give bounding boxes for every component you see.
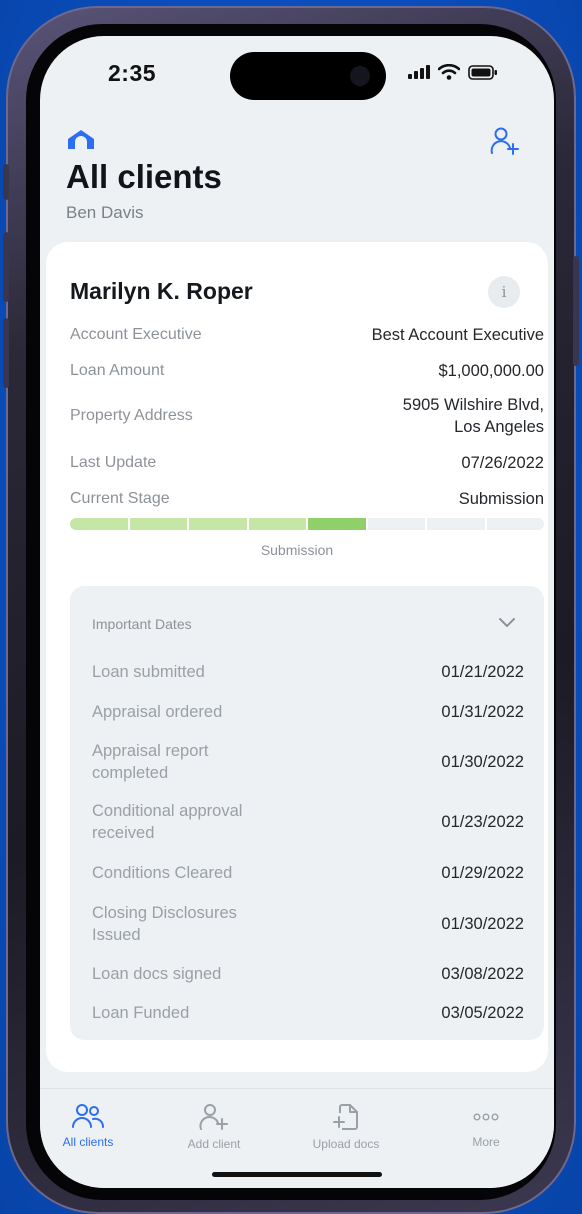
info-icon[interactable]: i: [488, 276, 520, 308]
progress-segment: [308, 518, 366, 530]
date-row: Appraisal report completed 01/30/2022: [92, 740, 524, 784]
wifi-icon: [438, 64, 460, 80]
tab-label: More: [472, 1135, 500, 1149]
chevron-down-icon[interactable]: [498, 616, 516, 628]
date-label: Appraisal report completed: [92, 742, 209, 782]
important-dates-header: Important Dates: [92, 616, 192, 632]
date-label: Loan docs signed: [92, 965, 222, 983]
address-line-2: Los Angeles: [454, 418, 544, 436]
more-icon: [473, 1113, 499, 1121]
progress-segment: [70, 518, 128, 530]
home-indicator: [212, 1172, 382, 1177]
tab-more[interactable]: More: [426, 1103, 546, 1149]
users-icon: [72, 1104, 104, 1128]
date-value: 01/29/2022: [441, 863, 524, 882]
action-button: [3, 164, 9, 200]
progress-segment: [427, 518, 485, 530]
date-row: Conditional approval received 01/23/2022: [92, 800, 524, 844]
date-row: Loan submitted 01/21/2022: [92, 661, 524, 683]
date-value: 01/30/2022: [441, 914, 524, 933]
stage-progress-bar: [70, 518, 544, 530]
detail-label: Loan Amount: [70, 362, 165, 379]
progress-segment: [486, 518, 544, 530]
add-user-icon[interactable]: [490, 126, 520, 156]
status-bar: 2:35: [40, 36, 554, 116]
progress-segment: [129, 518, 187, 530]
date-label: Appraisal ordered: [92, 703, 223, 721]
detail-value: 5905 Wilshire Blvd, Los Angeles: [403, 394, 544, 438]
phone-frame: 2:35 All clients Ben Davis Marilyn K. Ro…: [3, 6, 579, 1214]
date-row: Appraisal ordered 01/31/2022: [92, 701, 524, 723]
detail-label: Current Stage: [70, 490, 170, 507]
page-subtitle: Ben Davis: [66, 203, 144, 222]
tab-upload-docs[interactable]: Upload docs: [286, 1103, 406, 1151]
detail-label: Account Executive: [70, 326, 202, 343]
client-card[interactable]: Marilyn K. Roper i Account Executive Bes…: [46, 242, 548, 1072]
power-button: [573, 256, 579, 366]
date-label: Conditions Cleared: [92, 864, 233, 882]
add-user-icon: [199, 1104, 228, 1130]
important-dates-panel: Important Dates Loan submitted 01/21/202…: [70, 586, 544, 1040]
tab-label: Upload docs: [312, 1137, 380, 1151]
battery-icon: [468, 64, 497, 80]
detail-value: 07/26/2022: [461, 454, 544, 472]
home-logo-icon[interactable]: [66, 128, 96, 150]
date-row: Closing Disclosures Issued 01/30/2022: [92, 902, 524, 946]
detail-row-loan-amount: Loan Amount $1,000,000.00: [70, 360, 544, 382]
detail-value: Best Account Executive: [371, 326, 544, 344]
detail-label: Last Update: [70, 454, 157, 471]
date-value: 03/08/2022: [441, 964, 524, 983]
tab-add-client[interactable]: Add client: [154, 1103, 274, 1151]
tab-label: Add client: [187, 1137, 241, 1151]
detail-value: Submission: [458, 490, 544, 508]
stage-caption: Submission: [260, 542, 334, 558]
dynamic-island: [230, 52, 386, 100]
address-line-1: 5905 Wilshire Blvd,: [402, 396, 544, 414]
date-label: Loan submitted: [92, 663, 205, 681]
page-title: All clients: [66, 158, 222, 195]
upload-doc-icon: [333, 1104, 358, 1130]
detail-label: Property Address: [70, 407, 193, 424]
tab-all-clients[interactable]: All clients: [40, 1103, 148, 1149]
system-icons: [408, 64, 498, 80]
date-value: 01/31/2022: [441, 702, 524, 721]
status-time: 2:35: [108, 60, 157, 86]
progress-segment: [248, 518, 306, 530]
volume-up-button: [3, 232, 9, 302]
detail-row-property-address: Property Address 5905 Wilshire Blvd, Los…: [70, 394, 544, 438]
detail-row-current-stage: Current Stage Submission: [70, 488, 544, 510]
volume-down-button: [3, 318, 9, 388]
progress-segment: [189, 518, 247, 530]
date-row: Loan docs signed 03/08/2022: [92, 963, 524, 985]
date-value: 01/21/2022: [441, 662, 524, 681]
date-value: 01/23/2022: [441, 812, 524, 831]
date-label: Closing Disclosures Issued: [92, 904, 237, 944]
date-value: 01/30/2022: [441, 752, 524, 771]
screen: 2:35 All clients Ben Davis Marilyn K. Ro…: [40, 36, 554, 1188]
tab-label: All clients: [62, 1135, 114, 1149]
detail-row-last-update: Last Update 07/26/2022: [70, 452, 544, 474]
progress-segment: [367, 518, 425, 530]
date-label: Loan Funded: [92, 1004, 190, 1022]
date-row: Loan Funded 03/05/2022: [92, 1002, 524, 1024]
client-name: Marilyn K. Roper: [70, 278, 253, 304]
date-label: Conditional approval received: [92, 802, 243, 842]
date-row: Conditions Cleared 01/29/2022: [92, 862, 524, 884]
signal-icon: [408, 65, 430, 79]
detail-row-account-executive: Account Executive Best Account Executive: [70, 324, 544, 346]
camera-icon: [350, 66, 370, 86]
date-value: 03/05/2022: [441, 1003, 524, 1022]
detail-value: $1,000,000.00: [438, 362, 544, 380]
